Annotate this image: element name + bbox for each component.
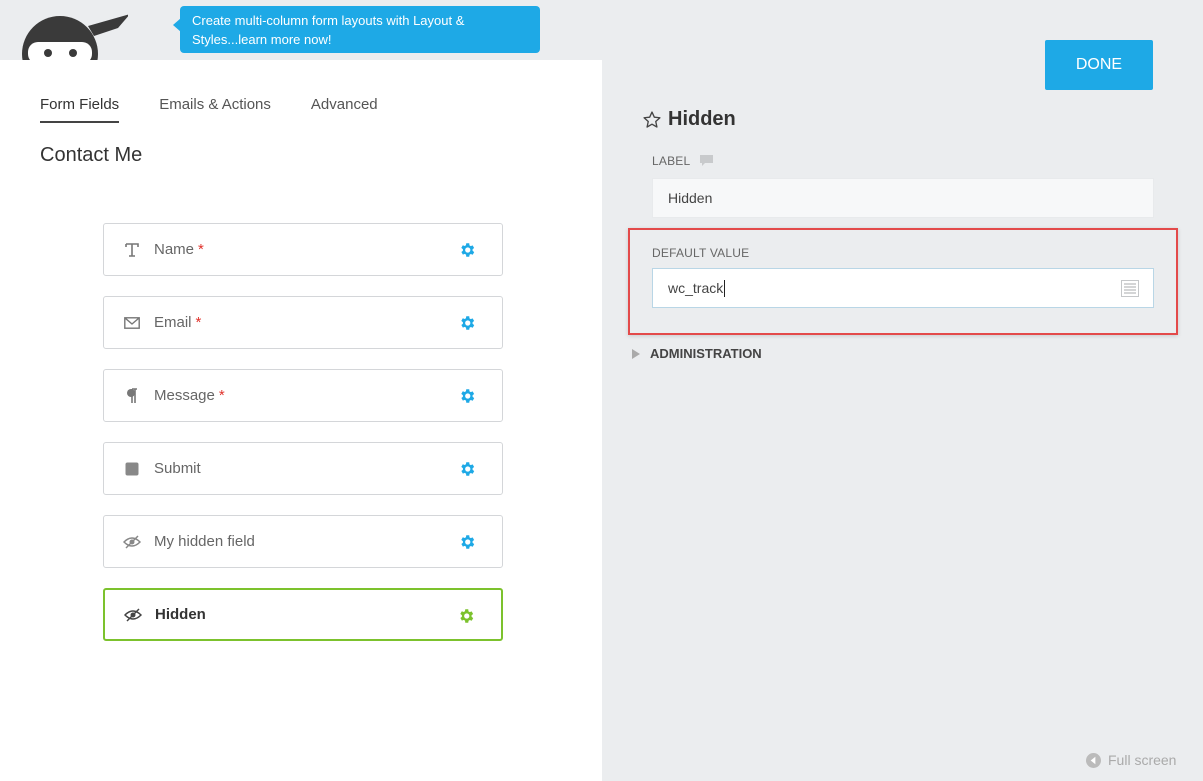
eye-slash-icon: [123, 605, 143, 625]
gear-icon[interactable]: [458, 387, 476, 405]
merge-tags-icon[interactable]: [1121, 280, 1139, 297]
label-heading: LABEL: [652, 154, 714, 168]
promo-tooltip[interactable]: Create multi-column form layouts with La…: [173, 6, 540, 53]
gear-icon[interactable]: [458, 533, 476, 551]
field-label: Hidden: [155, 606, 206, 623]
administration-toggle[interactable]: ADMINISTRATION: [632, 346, 762, 361]
button-icon: [122, 459, 142, 479]
comment-icon[interactable]: [700, 155, 714, 167]
envelope-icon: [122, 313, 142, 333]
field-name[interactable]: Name *: [103, 223, 503, 276]
form-builder: Form Fields Emails & Actions Advanced Co…: [0, 60, 602, 781]
field-submit[interactable]: Submit: [103, 442, 503, 495]
label-input[interactable]: Hidden: [652, 178, 1154, 218]
required-marker: *: [218, 387, 225, 404]
administration-label: ADMINISTRATION: [650, 346, 762, 361]
promo-text: Create multi-column form layouts with La…: [192, 13, 465, 47]
fullscreen-toggle[interactable]: Full screen: [1086, 752, 1176, 768]
text-icon: [122, 240, 142, 260]
field-hidden[interactable]: Hidden: [103, 588, 503, 641]
paragraph-icon: [122, 386, 142, 406]
builder-tabs: Form Fields Emails & Actions Advanced: [40, 96, 378, 123]
default-value-text: wc_track: [668, 280, 724, 296]
default-value-input[interactable]: wc_track: [652, 268, 1154, 308]
gear-icon[interactable]: [458, 314, 476, 332]
ninja-logo-icon: [18, 6, 128, 62]
tab-form-fields[interactable]: Form Fields: [40, 96, 120, 123]
field-label: Message *: [154, 387, 225, 404]
field-label: Name *: [154, 241, 204, 258]
field-email[interactable]: Email *: [103, 296, 503, 349]
panel-title: Hidden: [642, 108, 736, 131]
field-my-hidden-field[interactable]: My hidden field: [103, 515, 503, 568]
fullscreen-label: Full screen: [1108, 752, 1177, 768]
field-label: My hidden field: [154, 533, 255, 550]
form-title: Contact Me: [40, 144, 143, 166]
gear-icon[interactable]: [458, 460, 476, 478]
panel-title-text: Hidden: [668, 108, 736, 130]
arrow-left-circle-icon: [1086, 752, 1101, 768]
gear-icon[interactable]: [457, 607, 475, 625]
field-settings-panel: DONE Hidden LABEL Hidden DEFAULT VALUE w…: [602, 0, 1203, 781]
field-label: Submit: [154, 460, 201, 477]
star-icon[interactable]: [642, 110, 662, 130]
done-button[interactable]: DONE: [1045, 40, 1153, 90]
field-message[interactable]: Message *: [103, 369, 503, 422]
required-marker: *: [195, 314, 202, 331]
text-caret: [724, 279, 726, 297]
default-value-heading: DEFAULT VALUE: [652, 246, 750, 260]
top-banner: Create multi-column form layouts with La…: [0, 0, 602, 62]
gear-icon[interactable]: [458, 241, 476, 259]
caret-right-icon: [632, 348, 640, 359]
eye-slash-icon: [122, 532, 142, 552]
tab-emails-actions[interactable]: Emails & Actions: [159, 96, 271, 123]
field-label: Email *: [154, 314, 202, 331]
required-marker: *: [198, 241, 204, 258]
tab-advanced[interactable]: Advanced: [311, 96, 378, 123]
